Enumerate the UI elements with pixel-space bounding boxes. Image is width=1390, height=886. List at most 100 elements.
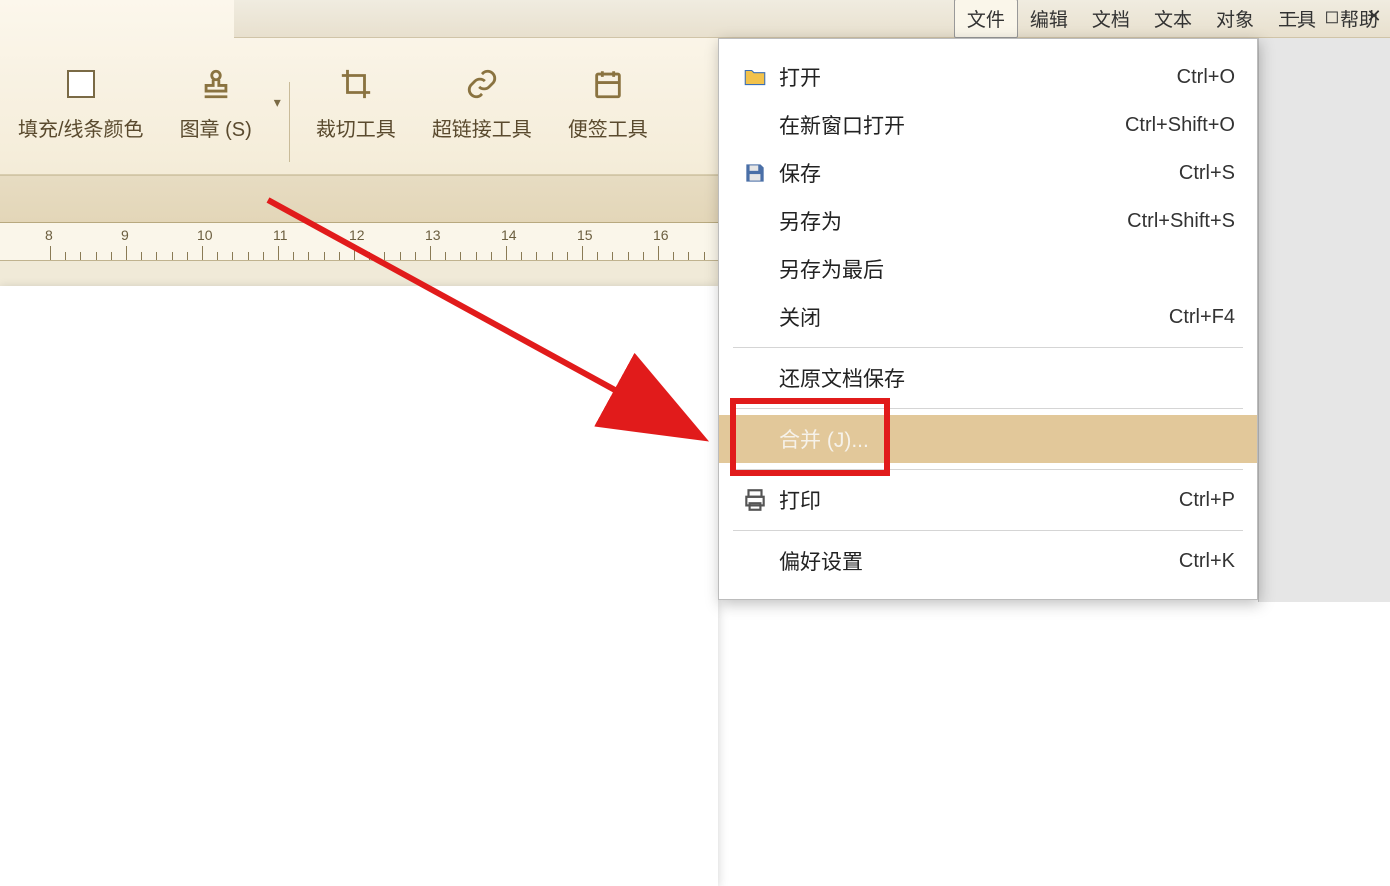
menu-item-merge-label: 合并 (J)... <box>779 424 1235 454</box>
ruler-tick <box>476 252 477 260</box>
ruler-tick <box>582 246 583 260</box>
minimize-button[interactable]: — <box>1279 5 1301 27</box>
menubar-item-edit[interactable]: 编辑 <box>1018 0 1080 37</box>
ruler-tick <box>278 246 279 260</box>
ruler-tick <box>445 252 446 260</box>
menubar-item-object[interactable]: 对象 <box>1204 0 1266 37</box>
ruler-tick <box>369 252 370 260</box>
ruler-tick <box>567 252 568 260</box>
ruler-tick <box>400 252 401 260</box>
document-area <box>0 261 718 602</box>
note-button[interactable]: 便签工具 <box>550 53 666 152</box>
menu-item-save-as[interactable]: 另存为 Ctrl+Shift+S <box>719 197 1257 245</box>
note-icon <box>591 67 625 101</box>
ruler-tick <box>354 246 355 260</box>
ruler-number: 14 <box>501 227 517 243</box>
ruler-tick <box>248 252 249 260</box>
crop-button[interactable]: 裁切工具 <box>298 53 414 152</box>
ruler-tick <box>628 252 629 260</box>
ruler-tick <box>65 252 66 260</box>
menu-item-prefs-label: 偏好设置 <box>779 546 1179 576</box>
menu-separator <box>733 530 1243 531</box>
ruler-tick <box>126 246 127 260</box>
menubar-item-document[interactable]: 文档 <box>1080 0 1142 37</box>
ruler-tick <box>156 252 157 260</box>
menubar: 文件 编辑 文档 文本 对象 工具 帮助 — ◻ ✕ <box>234 0 1390 38</box>
ruler-tick <box>324 252 325 260</box>
crop-icon <box>339 67 373 101</box>
menu-item-open-new-label: 在新窗口打开 <box>779 110 1125 140</box>
menu-item-open-new-window[interactable]: 在新窗口打开 Ctrl+Shift+O <box>719 101 1257 149</box>
ruler-tick <box>552 252 553 260</box>
menu-item-open-label: 打开 <box>779 62 1177 92</box>
note-label: 便签工具 <box>568 113 648 142</box>
stamp-label: 图章 (S) <box>180 113 252 142</box>
ruler-tick <box>658 246 659 260</box>
document-page[interactable] <box>0 286 718 886</box>
menu-item-save-accel: Ctrl+S <box>1179 162 1235 185</box>
menu-item-print-label: 打印 <box>779 485 1179 515</box>
ruler-tick <box>415 252 416 260</box>
menu-item-save[interactable]: 保存 Ctrl+S <box>719 149 1257 197</box>
menu-item-save-as-label: 另存为 <box>779 206 1127 236</box>
ruler-tick <box>536 252 537 260</box>
menu-item-open-accel: Ctrl+O <box>1177 66 1235 89</box>
menu-item-close[interactable]: 关闭 Ctrl+F4 <box>719 293 1257 341</box>
ruler-tick <box>96 252 97 260</box>
menu-item-prefs-accel: Ctrl+K <box>1179 550 1235 573</box>
ruler-tick <box>111 252 112 260</box>
document-tab-bar <box>0 175 718 223</box>
ruler-number: 15 <box>577 227 593 243</box>
right-panel <box>1258 38 1390 602</box>
ruler-number: 12 <box>349 227 365 243</box>
menu-item-open[interactable]: 打开 Ctrl+O <box>719 53 1257 101</box>
close-button[interactable]: ✕ <box>1363 5 1385 27</box>
menu-item-save-last[interactable]: 另存为最后 <box>719 245 1257 293</box>
menu-item-print[interactable]: 打印 Ctrl+P <box>719 476 1257 524</box>
ruler-tick <box>80 252 81 260</box>
menu-item-revert-label: 还原文档保存 <box>779 363 1235 393</box>
ruler-tick <box>673 252 674 260</box>
menu-separator <box>733 408 1243 409</box>
ruler-number: 11 <box>273 227 288 243</box>
ruler-tick <box>384 252 385 260</box>
menu-item-save-last-label: 另存为最后 <box>779 254 1235 284</box>
menu-item-merge[interactable]: 合并 (J)... <box>719 415 1257 463</box>
horizontal-ruler: 8910111213141516 <box>0 223 718 261</box>
ruler-number: 13 <box>425 227 441 243</box>
ruler-tick <box>232 252 233 260</box>
save-icon <box>742 160 768 186</box>
ruler-tick <box>688 252 689 260</box>
menu-item-revert[interactable]: 还原文档保存 <box>719 354 1257 402</box>
menu-item-open-new-accel: Ctrl+Shift+O <box>1125 114 1235 137</box>
menubar-item-file[interactable]: 文件 <box>954 0 1018 38</box>
ruler-number: 9 <box>121 227 129 243</box>
ruler-tick <box>521 252 522 260</box>
stamp-icon <box>199 67 233 101</box>
ruler-tick <box>50 246 51 260</box>
window-controls: — ◻ ✕ <box>1279 5 1385 27</box>
menu-separator <box>733 347 1243 348</box>
ruler-tick <box>263 252 264 260</box>
printer-icon <box>742 487 768 513</box>
stamp-dropdown-caret[interactable]: ▾ <box>270 94 281 111</box>
menu-item-close-label: 关闭 <box>779 302 1169 332</box>
maximize-button[interactable]: ◻ <box>1321 5 1343 27</box>
ruler-tick <box>339 252 340 260</box>
stamp-button[interactable]: 图章 (S) <box>162 53 270 152</box>
ruler-tick <box>491 252 492 260</box>
menu-item-preferences[interactable]: 偏好设置 Ctrl+K <box>719 537 1257 585</box>
ruler-number: 10 <box>197 227 213 243</box>
ruler-tick <box>704 252 705 260</box>
link-label: 超链接工具 <box>432 113 532 142</box>
fill-color-button[interactable]: 填充/线条颜色 <box>0 53 162 152</box>
ruler-tick <box>293 252 294 260</box>
menubar-item-text[interactable]: 文本 <box>1142 0 1204 37</box>
link-button[interactable]: 超链接工具 <box>414 53 550 152</box>
ruler-tick <box>597 252 598 260</box>
ruler-tick <box>217 252 218 260</box>
ruler-number: 16 <box>653 227 669 243</box>
ruler-tick <box>202 246 203 260</box>
ruler-tick <box>612 252 613 260</box>
fill-color-label: 填充/线条颜色 <box>18 113 144 142</box>
